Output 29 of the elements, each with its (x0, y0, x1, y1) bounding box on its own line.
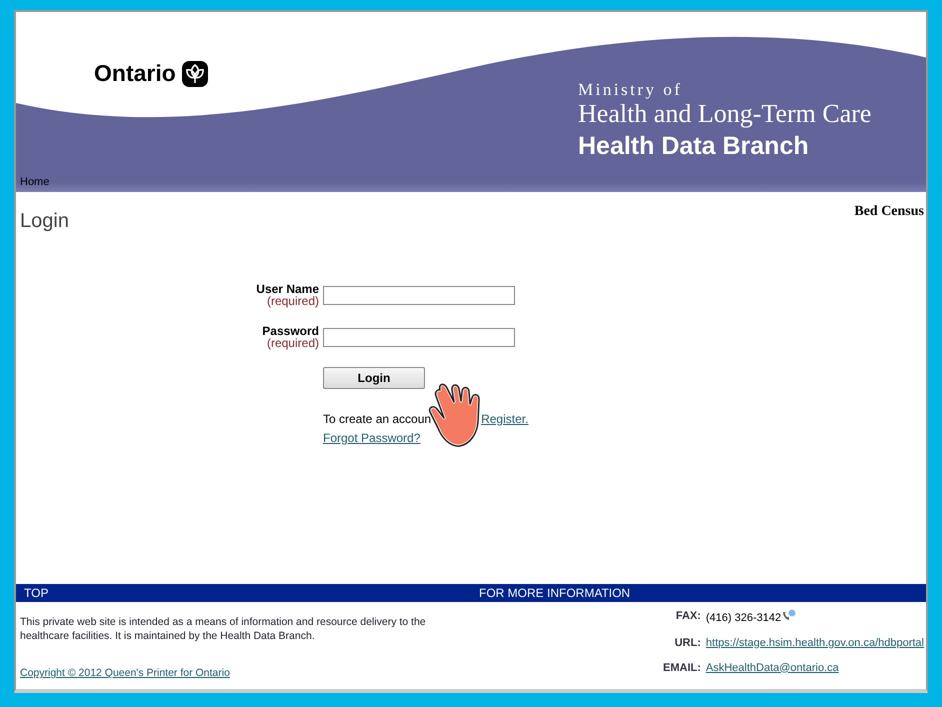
forgot-password-link[interactable]: Forgot Password? (323, 431, 420, 445)
contact-link[interactable]: AskHealthData@ontario.ca (706, 662, 839, 674)
login-button[interactable]: Login (323, 367, 425, 389)
top-link[interactable]: TOP (16, 586, 471, 600)
contact-label: EMAIL: (663, 662, 701, 674)
register-text: To create an accoun (323, 412, 432, 426)
page-title: Login (20, 210, 69, 233)
app-name: Bed Census (854, 204, 924, 220)
contact-label: URL: (674, 636, 701, 648)
branch-name: Health Data Branch (578, 132, 810, 161)
phone-icon (782, 608, 796, 620)
register-link[interactable]: Register. (481, 412, 528, 426)
phone-number: (416) 326-3142 (706, 612, 782, 624)
required-note: (required) (266, 295, 319, 307)
field-label: Password (262, 325, 319, 337)
contact-link[interactable]: https://stage.hsim.health.gov.on.ca/hdbportal (706, 636, 924, 648)
more-info-heading: FOR MORE INFORMATION (478, 586, 632, 600)
contact-label: FAX: (674, 610, 701, 622)
copyright-link[interactable]: Copyright © 2012 Queen's Printer for Ontario (20, 667, 460, 679)
input-field[interactable] (323, 328, 515, 346)
trillium-logo-icon (182, 60, 208, 86)
ministry-name: Health and Long-Term Care (578, 100, 872, 128)
input-field[interactable] (323, 286, 515, 304)
field-label: User Name (256, 283, 319, 295)
required-note: (required) (266, 337, 319, 349)
home-link[interactable]: Home (20, 176, 50, 188)
ministry-label: Ministry of (578, 80, 684, 100)
footer-notice: This private web site is intended as a means of information and resource delivery to the healthcare facilities. It is maintained by the Health Data Branch. (20, 615, 427, 643)
ontario-logo-text: Ontario (94, 60, 176, 87)
